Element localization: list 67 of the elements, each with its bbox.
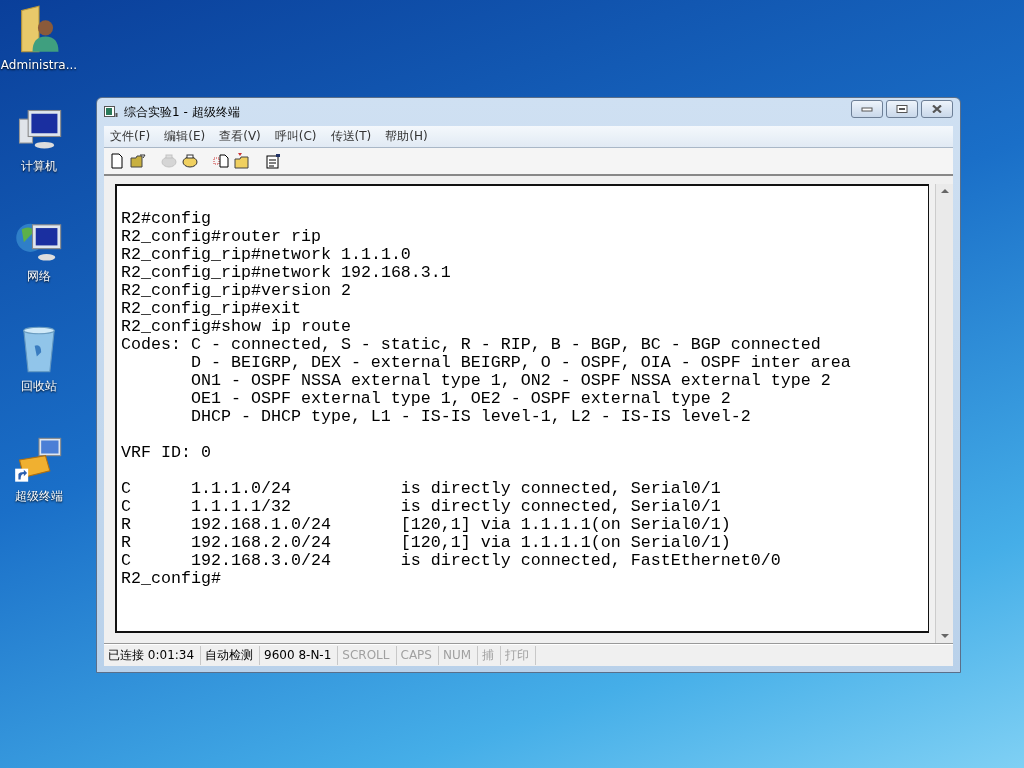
document-icon[interactable] xyxy=(212,152,230,170)
minimize-icon xyxy=(861,105,873,113)
route-code: R xyxy=(121,516,132,534)
terminal-line: DHCP - DHCP type, L1 - IS-IS level-1, L2 - IS-IS level-2 xyxy=(190,408,752,426)
folder-icon[interactable] xyxy=(233,152,251,170)
menu-item[interactable]: 查看(V) xyxy=(219,128,261,145)
terminal-line: OE1 - OSPF external type 1, OE2 - OSPF external type 2 xyxy=(190,390,732,408)
maximize-button[interactable] xyxy=(886,100,918,118)
window-title: 综合实验1 - 超级终端 xyxy=(124,103,240,121)
minimize-button[interactable] xyxy=(851,100,883,118)
terminal-line: R2_config_rip#network 192.168.3.1 xyxy=(121,264,452,282)
menu-item[interactable]: 传送(T) xyxy=(330,128,372,145)
menu-item[interactable]: 编辑(E) xyxy=(164,128,206,145)
scroll-up-icon[interactable] xyxy=(940,188,949,194)
close-icon xyxy=(931,105,943,113)
status-item: SCROLL xyxy=(338,646,397,665)
status-item: 9600 8-N-1 xyxy=(260,646,339,665)
route-detail: [120,1] via 1.1.1.1(on Serial0/1) xyxy=(400,534,731,552)
terminal-line: VRF ID: 0 xyxy=(121,444,212,462)
route-code: C xyxy=(121,480,132,498)
route-code: C xyxy=(121,552,132,570)
route-network: 1.1.1.0/24 xyxy=(190,480,292,498)
status-item: 已连接 0:01:34 xyxy=(104,646,202,665)
terminal-line: R2_config_rip#version 2 xyxy=(121,282,352,300)
menu-item[interactable]: 帮助(H) xyxy=(385,128,428,145)
route-detail: is directly connected, Serial0/1 xyxy=(400,498,721,516)
route-network: 1.1.1.1/32 xyxy=(190,498,292,516)
scrollbar[interactable] xyxy=(935,184,953,643)
desktop-icon-label: 超级终端 xyxy=(15,488,63,505)
terminal-line: R2_config#router rip xyxy=(121,228,322,246)
terminal-line: R2_config#show ip route xyxy=(121,318,352,336)
route-detail: [120,1] via 1.1.1.1(on Serial0/1) xyxy=(400,516,731,534)
status-item: NUM xyxy=(438,646,479,665)
desktop-icon-label: 回收站 xyxy=(21,378,57,395)
terminal-line: R2#config xyxy=(121,210,212,228)
route-detail: is directly connected, Serial0/1 xyxy=(400,480,721,498)
desktop-icon-label: Administra... xyxy=(0,58,78,72)
status-item: 捕 xyxy=(478,646,502,665)
route-detail: is directly connected, FastEthernet0/0 xyxy=(400,552,781,570)
menu-item[interactable]: 呼叫(C) xyxy=(274,128,317,145)
phone-icon[interactable] xyxy=(181,152,199,170)
terminal-line: D - BEIGRP, DEX - external BEIGRP, O - OSPF, OIA - OSPF inter area xyxy=(190,354,851,372)
terminal-line: C - connected, S - static, R - RIP, B - BGP, BC - BGP connected xyxy=(190,336,822,354)
status-item: 自动检测 xyxy=(201,646,261,665)
route-code: R xyxy=(121,534,132,552)
terminal-text: Codes: xyxy=(121,336,182,356)
terminal-prompt: R2_config# xyxy=(121,570,222,588)
status-item: CAPS xyxy=(396,646,439,665)
terminal-line: R2_config_rip#exit xyxy=(121,300,302,318)
route-network: 192.168.3.0/24 xyxy=(190,552,332,570)
status-item: 打印 xyxy=(501,646,537,665)
desktop-icon-label: 网络 xyxy=(27,268,51,285)
terminal-line: ON1 - OSPF NSSA external type 1, ON2 - OSPF NSSA external type 2 xyxy=(190,372,832,390)
terminal-screen[interactable] xyxy=(115,184,929,633)
document-icon[interactable] xyxy=(108,152,126,170)
menu-item[interactable]: 文件(F) xyxy=(110,128,151,145)
route-network: 192.168.1.0/24 xyxy=(190,516,332,534)
desktop-icon-label: 计算机 xyxy=(21,158,57,175)
maximize-icon xyxy=(896,105,908,113)
route-network: 192.168.2.0/24 xyxy=(190,534,332,552)
properties-icon[interactable] xyxy=(264,152,282,170)
route-code: C xyxy=(121,498,132,516)
scroll-down-icon[interactable] xyxy=(940,633,949,639)
folder-icon[interactable] xyxy=(129,152,147,170)
terminal-line: R2_config_rip#network 1.1.1.0 xyxy=(121,246,412,264)
app-icon xyxy=(104,106,118,118)
close-button[interactable] xyxy=(921,100,953,118)
